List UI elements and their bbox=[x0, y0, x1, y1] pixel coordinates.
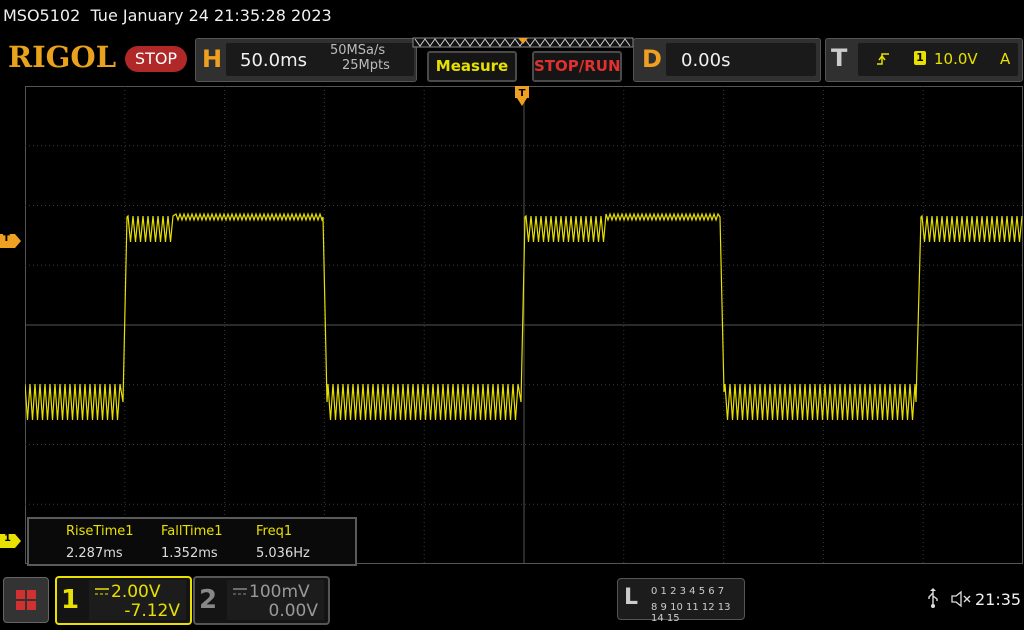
horizontal-readout: 50.0ms 50MSa/s 25Mpts bbox=[226, 43, 414, 76]
channel1-readout: 2.00V -7.12V bbox=[89, 580, 186, 621]
trigger-panel[interactable]: T 1 10.0V A bbox=[825, 38, 1023, 82]
measurement-name: RiseTime1 bbox=[66, 524, 134, 539]
svg-text:T: T bbox=[519, 88, 526, 99]
menu-button[interactable] bbox=[3, 577, 49, 623]
trigger-readout: 1 10.0V A bbox=[858, 43, 1018, 76]
trigger-mode: A bbox=[1000, 50, 1011, 68]
memory-position-bar[interactable] bbox=[412, 36, 636, 50]
measurement-value: 5.036Hz bbox=[256, 546, 310, 561]
measure-button[interactable]: Measure bbox=[427, 51, 517, 82]
delay-panel[interactable]: D 0.00s bbox=[633, 38, 821, 82]
clock: 21:35 bbox=[975, 590, 1022, 609]
rising-edge-icon bbox=[877, 53, 889, 65]
trigger-level: 10.0V bbox=[934, 50, 978, 68]
trigger-source-badge: 1 bbox=[914, 51, 926, 65]
rigol-logo: RIGOL bbox=[8, 40, 117, 74]
measurement-name: Freq1 bbox=[256, 524, 293, 539]
digital-channels-row2: 8 9 10 11 12 13 14 15 bbox=[651, 602, 731, 624]
channel-scale: 2.00V bbox=[111, 582, 161, 602]
ch1-ground-marker[interactable]: 1 bbox=[0, 533, 22, 548]
waveform-display[interactable] bbox=[25, 86, 1023, 564]
sample-rate: 50MSa/s bbox=[330, 43, 386, 58]
speaker-muted-icon[interactable] bbox=[950, 590, 972, 608]
dc-coupling-icon bbox=[95, 588, 109, 595]
run-state-badge[interactable]: STOP bbox=[125, 46, 187, 72]
logic-panel[interactable]: L 0 1 2 3 4 5 6 7 8 9 10 11 12 13 14 15 bbox=[617, 578, 745, 624]
device-info: MSO5102 Tue January 24 21:35:28 2023 bbox=[3, 6, 332, 25]
digital-channels-row1: 0 1 2 3 4 5 6 7 bbox=[651, 586, 725, 597]
horizontal-panel[interactable]: H 50.0ms 50MSa/s 25Mpts bbox=[195, 38, 417, 82]
measurement-value: 1.352ms bbox=[161, 546, 218, 561]
title-bar: MSO5102 Tue January 24 21:35:28 2023 bbox=[0, 0, 1024, 32]
stop-run-button[interactable]: STOP/RUN bbox=[532, 51, 622, 82]
channel-number: 2 bbox=[199, 585, 218, 615]
channel2-panel[interactable]: 2 100mV 0.00V bbox=[193, 576, 330, 625]
channel-scale: 100mV bbox=[249, 582, 310, 602]
dc-coupling-icon bbox=[233, 588, 247, 595]
delay-readout: 0.00s bbox=[666, 43, 816, 76]
trigger-level-marker[interactable]: T bbox=[0, 233, 22, 248]
trigger-position-marker[interactable]: T bbox=[515, 86, 529, 110]
channel-offset: 0.00V bbox=[268, 601, 318, 621]
delay-letter: D bbox=[642, 45, 662, 73]
channel1-panel[interactable]: 1 2.00V -7.12V bbox=[55, 576, 192, 625]
graticule bbox=[25, 86, 1023, 564]
grid-menu-icon bbox=[16, 590, 36, 610]
usb-icon bbox=[928, 588, 938, 608]
logic-letter: L bbox=[624, 585, 639, 610]
measurement-value: 2.287ms bbox=[66, 546, 123, 561]
channel2-readout: 100mV 0.00V bbox=[227, 580, 324, 621]
measurement-panel: RiseTime1 FallTime1 Freq1 2.287ms 1.352m… bbox=[27, 517, 357, 566]
channel-offset: -7.12V bbox=[124, 601, 180, 621]
memory-depth: 25Mpts bbox=[342, 58, 390, 73]
delay-value: 0.00s bbox=[681, 50, 731, 71]
trigger-letter: T bbox=[831, 44, 848, 72]
channel-number: 1 bbox=[61, 585, 80, 615]
horizontal-letter: H bbox=[202, 45, 223, 73]
timebase-value: 50.0ms bbox=[240, 50, 307, 71]
measurement-name: FallTime1 bbox=[161, 524, 223, 539]
